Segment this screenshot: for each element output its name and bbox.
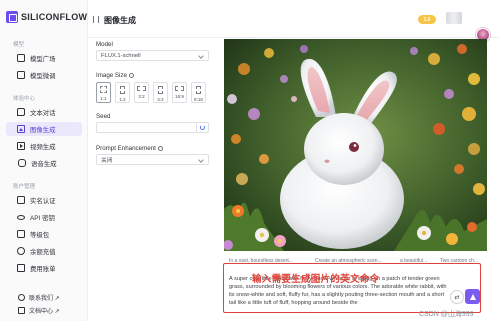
size-option-3-2[interactable]: 3:2	[134, 82, 149, 103]
prompt-enhancement-label: Prompt Enhancement	[96, 145, 163, 152]
sidebar-item-package[interactable]: 等级包	[6, 227, 82, 241]
video-icon	[17, 142, 25, 150]
sidebar-item-label: API 密钥	[30, 214, 55, 222]
sidebar-item-voice-gen[interactable]: 语音生成	[6, 156, 82, 170]
mic-icon	[18, 159, 26, 167]
sidebar-item-finetune[interactable]: 模型微调	[6, 68, 82, 82]
seed-input[interactable]	[96, 122, 197, 133]
bill-icon	[17, 264, 25, 272]
app-window: SILICONFLOW 模型 模型广场 模型微调 体验中心 文本对话 图像生成 …	[0, 0, 499, 321]
footer-link-label: 联系我们 ↗	[29, 296, 60, 302]
sidebar-item-image-gen[interactable]: 图像生成	[6, 122, 82, 136]
collapse-sidebar-icon[interactable]	[93, 16, 99, 23]
prompt-enhancement-value: 关闭	[101, 158, 113, 164]
generate-button[interactable]	[465, 289, 480, 304]
box-icon	[17, 54, 25, 62]
size-option-9-16[interactable]: 9:16	[191, 82, 206, 103]
model-label: Model	[96, 41, 113, 48]
size-option-1-1[interactable]: 1:1	[96, 82, 111, 103]
contact-icon	[18, 294, 25, 301]
sidebar-item-label: 模型微调	[30, 72, 56, 80]
seed-label: Seed	[96, 113, 111, 120]
sidebar: SILICONFLOW 模型 模型广场 模型微调 体验中心 文本对话 图像生成 …	[0, 0, 88, 321]
top-header: 图像生成 1.0	[88, 0, 499, 42]
sidebar-item-label: 图像生成	[30, 126, 56, 134]
docs-center-link[interactable]: 文档中心 ↗	[18, 306, 60, 315]
sidebar-item-label: 视频生成	[30, 143, 56, 151]
package-icon	[17, 230, 25, 238]
portrait-shape-icon	[158, 86, 163, 94]
image-size-label-text: Image Size	[96, 72, 127, 79]
landscape-shape-icon	[175, 86, 184, 91]
watermark: CSDN @山海999	[419, 311, 474, 318]
contact-us-link[interactable]: 联系我们 ↗	[18, 293, 60, 302]
sidebar-item-label: 模型广场	[30, 55, 56, 63]
portrait-shape-icon	[120, 86, 125, 94]
generated-image	[224, 39, 487, 251]
group-label-models: 模型	[13, 42, 25, 48]
user-name-blurred[interactable]	[446, 12, 462, 24]
landscape-shape-icon	[137, 86, 146, 91]
sidebar-item-label: 余额充值	[30, 248, 56, 256]
sidebar-item-verification[interactable]: 实名认证	[6, 193, 82, 207]
brand-name: SILICONFLOW	[21, 12, 88, 22]
random-seed-button[interactable]	[197, 122, 209, 133]
prompt-enhancement-select[interactable]: 关闭	[96, 154, 209, 165]
sidebar-item-label: 费用账单	[30, 265, 56, 273]
sidebar-item-label: 语音生成	[31, 160, 57, 168]
swap-icon: ⇄	[454, 294, 460, 301]
model-select[interactable]: FLUX.1-schnell	[96, 50, 209, 61]
page-title: 图像生成	[104, 16, 136, 25]
sidebar-item-text-chat[interactable]: 文本对话	[6, 105, 82, 119]
group-label-account: 账户管理	[13, 184, 36, 190]
size-option-16-9[interactable]: 16:9	[172, 82, 187, 103]
size-option-label: 9:16	[194, 97, 203, 102]
footer-link-label: 文档中心 ↗	[29, 309, 60, 315]
image-size-options: 1:1 1:2 3:2 3:4 16:9 9:16	[96, 82, 206, 103]
brand-logo[interactable]: SILICONFLOW	[6, 10, 87, 24]
sidebar-item-api-keys[interactable]: API 密钥	[6, 210, 82, 224]
size-option-label: 1:1	[100, 96, 107, 101]
enhance-prompt-button[interactable]: ⇄	[450, 290, 464, 304]
sidebar-item-video-gen[interactable]: 视频生成	[6, 139, 82, 153]
portrait-shape-icon	[196, 86, 201, 94]
sidebar-item-label: 文本对话	[30, 109, 56, 117]
sidebar-item-label: 实名认证	[30, 197, 56, 205]
sidebar-item-billing[interactable]: 费用账单	[6, 261, 82, 275]
refresh-icon	[200, 125, 205, 130]
model-select-value: FLUX.1-schnell	[101, 52, 141, 59]
group-label-experience: 体验中心	[13, 96, 36, 102]
info-icon[interactable]	[128, 73, 134, 78]
size-option-label: 1:2	[119, 97, 126, 102]
key-icon	[17, 214, 25, 220]
sidebar-item-recharge[interactable]: 余额充值	[6, 244, 82, 258]
size-option-3-4[interactable]: 3:4	[153, 82, 168, 103]
info-icon[interactable]	[157, 146, 163, 151]
size-option-label: 16:9	[175, 94, 184, 99]
sidebar-item-model-square[interactable]: 模型广场	[6, 51, 82, 65]
prompt-input-box[interactable]: A super cute little rabbit with fluffy, …	[223, 263, 481, 313]
image-icon	[17, 125, 25, 133]
doc-icon	[18, 307, 25, 314]
wallet-icon	[17, 247, 25, 255]
id-icon	[17, 196, 25, 204]
chat-icon	[17, 108, 25, 116]
sidebar-item-label: 等级包	[30, 231, 50, 239]
cube-icon	[17, 71, 25, 79]
rabbit-image-illustration	[224, 39, 487, 251]
annotation-hint: 输入需要生成图片的英文命令	[252, 274, 380, 285]
square-shape-icon	[100, 86, 107, 93]
size-option-1-2[interactable]: 1:2	[115, 82, 130, 103]
size-option-label: 3:2	[138, 94, 145, 99]
image-size-label: Image Size	[96, 72, 134, 79]
level-badge[interactable]: 1.0	[418, 15, 436, 24]
logo-icon	[6, 11, 18, 23]
size-option-label: 3:4	[157, 97, 164, 102]
prompt-enhancement-label-text: Prompt Enhancement	[96, 145, 156, 152]
